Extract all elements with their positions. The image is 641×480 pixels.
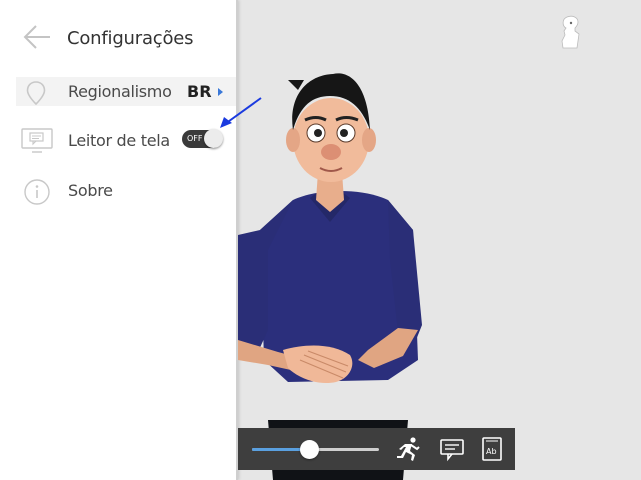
dictionary-icon: Ab: [482, 437, 502, 461]
info-icon: [23, 178, 51, 211]
avatar-select-icon[interactable]: [558, 14, 582, 50]
back-button[interactable]: [22, 24, 52, 50]
settings-title: Configurações: [67, 28, 194, 49]
dictionary-button[interactable]: Ab: [478, 436, 506, 462]
subtitles-button[interactable]: [438, 436, 466, 462]
regionalism-value: BR: [187, 82, 212, 101]
about-label: Sobre: [68, 181, 113, 200]
speed-slider-knob[interactable]: [300, 440, 320, 459]
annotation-arrow: [220, 97, 262, 128]
map-pin-icon: [26, 81, 46, 110]
screen-reader-item: Leitor de tela OFF: [16, 126, 236, 156]
toggle-knob: [204, 129, 223, 148]
arrow-left-icon: [23, 25, 50, 49]
settings-panel: Configurações Regionalismo BR Leitor de …: [0, 0, 238, 480]
running-man-icon: [397, 437, 420, 461]
regionalism-label: Regionalismo: [68, 82, 172, 101]
toggle-state-text: OFF: [187, 134, 203, 143]
screen-reader-label: Leitor de tela: [68, 131, 170, 150]
avatar-stage: [238, 0, 641, 480]
player-control-bar: Ab: [238, 428, 515, 470]
speed-button[interactable]: [394, 436, 422, 462]
regionalism-item[interactable]: Regionalismo BR: [16, 77, 236, 106]
settings-header: Configurações: [0, 0, 236, 76]
sign-language-avatar: [238, 73, 422, 480]
screen-reader-toggle[interactable]: OFF: [182, 129, 223, 148]
monitor-comment-icon: [21, 128, 53, 159]
subtitle-icon: [440, 439, 464, 462]
svg-text:Ab: Ab: [486, 447, 497, 456]
about-item[interactable]: Sobre: [16, 176, 236, 206]
